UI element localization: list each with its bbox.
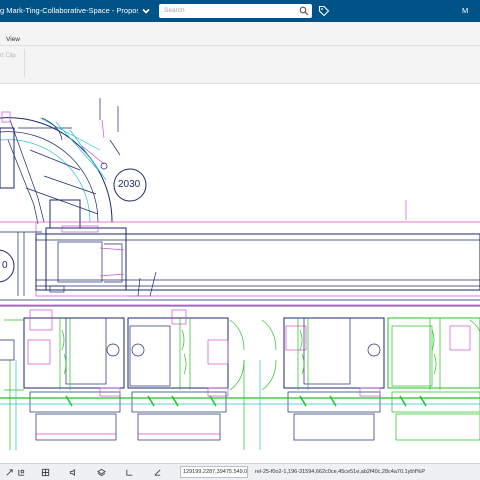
cad-drawing[interactable] [0,85,480,463]
clip-command-button[interactable]: rt Clip [0,53,16,59]
ribbon-separator [24,49,25,77]
app-header: g Mark-Ting-Collaborative-Space - Propos… [0,0,480,22]
polar-icon[interactable] [150,466,164,478]
orthogonal-icon[interactable] [122,466,136,478]
dimension-label-left: 0 [2,260,8,271]
snap-icon[interactable] [14,466,28,478]
ribbon-divider [0,45,480,46]
machine-modules [0,309,480,441]
status-bar: 129199.2287,39475.549,0 rel-25-f0o2-1,19… [0,463,480,480]
ribbon-toolbar: View rt Clip [0,22,480,84]
dimension-label-2030: 2030 [118,179,141,190]
tag-icon[interactable] [318,5,330,17]
base-rails [0,360,480,450]
curved-conveyor [0,98,121,229]
straight-conveyor [35,225,480,297]
volume-icon[interactable] [66,466,80,478]
grid-icon[interactable] [38,466,52,478]
search-input[interactable]: Search [159,4,312,18]
coordinates-field[interactable]: 129199.2287,39475.549,0 [180,466,248,478]
user-menu[interactable]: M [462,0,468,22]
drawing-canvas[interactable]: 2030 0 [0,85,480,463]
chevron-down-icon[interactable] [140,5,152,17]
layers-icon[interactable] [94,466,108,478]
search-placeholder: Search [164,7,185,14]
search-icon[interactable] [299,6,309,16]
document-title[interactable]: g Mark-Ting-Collaborative-Space - Propos… [0,0,138,22]
object-reference: rel-25-f0o2-1,196-31594,662c0ce,45ce51e,… [255,469,426,475]
tab-view[interactable]: View [6,36,20,43]
